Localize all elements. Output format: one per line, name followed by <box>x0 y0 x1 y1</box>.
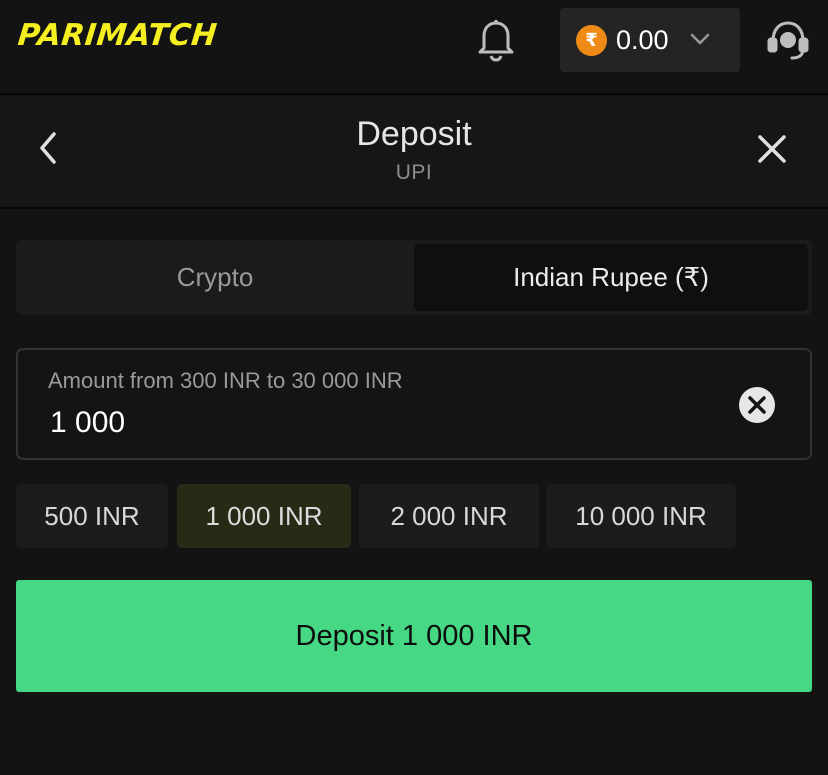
amount-input[interactable]: Amount from 300 INR to 30 000 INR 1 000 <box>16 348 812 460</box>
bell-icon[interactable] <box>474 16 518 62</box>
amount-label: Amount from 300 INR to 30 000 INR <box>48 368 403 393</box>
quick-amount-2000[interactable]: 2 000 INR <box>359 484 539 548</box>
headset-icon[interactable] <box>764 17 812 63</box>
quick-amount-500[interactable]: 500 INR <box>16 484 168 548</box>
tab-crypto[interactable]: Crypto <box>16 240 414 315</box>
quick-amount-1000[interactable]: 1 000 INR <box>177 484 351 548</box>
brand-logo[interactable]: PARIMATCH <box>16 18 219 53</box>
currency-tabs: Crypto Indian Rupee (₹) <box>16 240 812 315</box>
balance-value: 0.00 <box>616 25 669 55</box>
page-subtitle: UPI <box>395 161 433 184</box>
quick-amount-10000[interactable]: 10 000 INR <box>546 484 736 548</box>
close-icon[interactable] <box>754 131 790 167</box>
top-header: PARIMATCH ₹ 0.00 <box>0 0 828 95</box>
deposit-title-bar: Deposit UPI <box>0 97 828 209</box>
chevron-down-icon <box>688 30 712 48</box>
rupee-coin-icon: ₹ <box>576 25 607 56</box>
tab-indian-rupee[interactable]: Indian Rupee (₹) <box>414 244 808 311</box>
clear-circle-icon[interactable] <box>738 386 776 424</box>
page-title: Deposit <box>356 115 472 153</box>
deposit-button[interactable]: Deposit 1 000 INR <box>16 580 812 692</box>
amount-value[interactable]: 1 000 <box>50 406 125 440</box>
balance-dropdown[interactable]: ₹ 0.00 <box>560 8 740 72</box>
